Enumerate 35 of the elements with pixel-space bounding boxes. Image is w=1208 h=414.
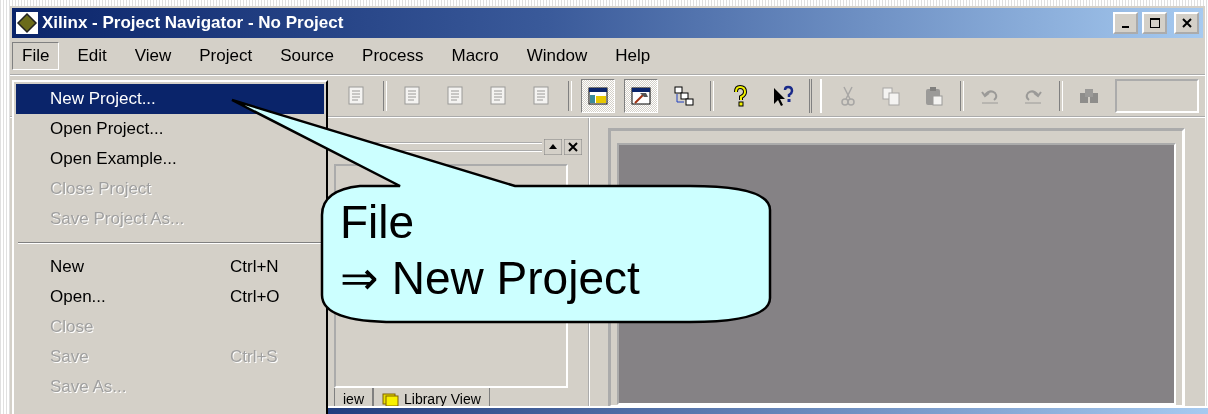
menu-item[interactable]: View [124, 42, 182, 70]
window-title: Xilinx - Project Navigator - No Project [42, 13, 344, 33]
callout-text: ⇒ New Project [340, 251, 640, 306]
menu-item[interactable]: File [12, 42, 60, 70]
callout-text: File [340, 195, 416, 250]
menu-item[interactable]: Project [189, 42, 263, 70]
search-field[interactable] [1115, 79, 1199, 113]
maximize-icon [1148, 17, 1161, 29]
menu-item[interactable]: New Project... [16, 84, 324, 114]
maximize-button[interactable] [1142, 12, 1167, 34]
menu-item[interactable]: Macro [441, 42, 509, 70]
close-icon[interactable] [564, 139, 582, 155]
menu-item[interactable]: Help [605, 42, 661, 70]
menu-item[interactable]: New Ctrl+N [16, 252, 324, 282]
menu-item[interactable]: Open... Ctrl+O [16, 282, 324, 312]
pointer-help-icon [772, 85, 794, 107]
menu-item[interactable]: Edit [67, 42, 117, 70]
hammer-icon [630, 85, 652, 107]
minimize-button[interactable] [1113, 12, 1138, 34]
window-icon [587, 85, 609, 107]
app-icon [16, 12, 38, 34]
close-button[interactable] [1174, 12, 1199, 34]
hammer-button[interactable] [624, 79, 658, 113]
scroll-up-button[interactable] [544, 139, 562, 155]
toolbar-grip[interactable] [809, 79, 822, 113]
window-button[interactable] [581, 79, 615, 113]
minimize-icon [1122, 26, 1129, 28]
copy-icon [880, 85, 902, 107]
menu-item[interactable]: Process [352, 42, 434, 70]
close-icon [1180, 17, 1193, 29]
menu-item[interactable]: Window [516, 42, 598, 70]
menu-item[interactable]: Open Example... [16, 144, 324, 174]
menu-item[interactable]: Source [270, 42, 345, 70]
hierarchy-icon [673, 85, 695, 107]
paste-icon [923, 85, 945, 107]
